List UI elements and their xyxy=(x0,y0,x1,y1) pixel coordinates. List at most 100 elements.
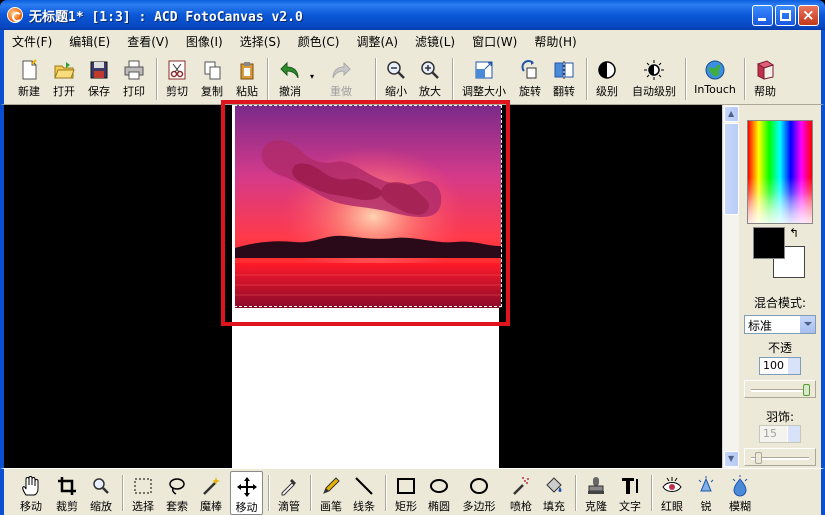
airbrush-icon xyxy=(513,477,529,495)
tool-move[interactable]: 移动 xyxy=(230,471,263,515)
rotate-button[interactable]: 旋转 xyxy=(515,55,545,101)
levels-button[interactable]: 级别 xyxy=(592,55,622,101)
flip-icon xyxy=(554,61,574,79)
blend-mode-value: 标准 xyxy=(748,319,773,333)
highlight-box xyxy=(221,100,510,326)
feather-slider-thumb[interactable] xyxy=(755,452,762,464)
pencil-icon xyxy=(323,477,340,494)
tool-select[interactable]: 选择 xyxy=(128,471,158,515)
title-bar: 无标题1* [1:3] : ACD FotoCanvas v2.0 × xyxy=(0,0,825,30)
minimize-button[interactable] xyxy=(752,5,773,26)
menu-edit[interactable]: 编辑(E) xyxy=(69,33,110,50)
tool-hand[interactable]: 移动 xyxy=(16,471,46,515)
flip-button[interactable]: 翻转 xyxy=(549,55,579,101)
feather-spinner[interactable]: 15 xyxy=(759,425,801,443)
scroll-up-button[interactable]: ▲ xyxy=(724,106,739,122)
resize-button[interactable]: 调整大小 xyxy=(458,55,510,101)
printer-icon xyxy=(124,60,144,80)
tool-pen[interactable]: 画笔 xyxy=(316,471,346,515)
rectangle-icon xyxy=(397,478,415,494)
opacity-slider[interactable] xyxy=(744,380,816,398)
maximize-button[interactable] xyxy=(775,5,796,26)
move-arrows-icon xyxy=(236,477,257,497)
tool-dropper[interactable]: 滴管 xyxy=(274,471,304,515)
opacity-spinner[interactable]: 100 xyxy=(759,357,801,375)
blend-mode-label: 混合模式: xyxy=(753,296,807,310)
copy-icon xyxy=(204,61,221,80)
clone-stamp-icon xyxy=(588,477,604,494)
tool-ellipse[interactable]: 椭圆 xyxy=(424,471,454,515)
spinner-arrows-icon[interactable] xyxy=(787,426,800,442)
menu-image[interactable]: 图像(I) xyxy=(186,33,223,50)
tool-blur[interactable]: 模糊 xyxy=(725,471,755,515)
tool-text[interactable]: 文字 xyxy=(615,471,645,515)
main-toolbar: 新建 打开 保存 打印 剪切 复制 粘贴 撤消 ▾ 重做 缩小 放大 调整大小 … xyxy=(0,52,825,105)
open-button[interactable]: 打开 xyxy=(49,55,79,101)
tool-magic-wand[interactable]: 魔棒 xyxy=(196,471,226,515)
zoom-out-button[interactable]: 缩小 xyxy=(381,55,411,101)
menu-filter[interactable]: 滤镜(L) xyxy=(415,33,455,50)
folder-open-icon xyxy=(54,62,75,79)
tool-rectangle[interactable]: 矩形 xyxy=(391,471,421,515)
menu-file[interactable]: 文件(F) xyxy=(12,33,52,50)
polygon-icon xyxy=(470,478,488,494)
zoom-out-icon xyxy=(387,61,405,79)
tool-fill[interactable]: 填充 xyxy=(539,471,569,515)
copy-button[interactable]: 复制 xyxy=(197,55,227,101)
scissors-icon xyxy=(168,60,186,80)
print-button[interactable]: 打印 xyxy=(119,55,149,101)
menu-adjust[interactable]: 调整(A) xyxy=(356,33,398,50)
save-button[interactable]: 保存 xyxy=(84,55,114,101)
feather-slider[interactable] xyxy=(744,448,816,466)
paste-button[interactable]: 粘贴 xyxy=(232,55,262,101)
intouch-button[interactable]: InTouch xyxy=(691,55,739,101)
swap-colors-icon[interactable]: ↰ xyxy=(789,226,799,240)
tool-clone[interactable]: 克隆 xyxy=(581,471,611,515)
feather-value: 15 xyxy=(763,427,777,440)
blend-mode-select[interactable]: 标准 xyxy=(744,315,816,334)
foreground-color-swatch[interactable] xyxy=(753,227,785,259)
help-button[interactable]: 帮助 xyxy=(750,55,780,101)
scroll-down-button[interactable]: ▼ xyxy=(724,451,739,467)
new-button[interactable]: 新建 xyxy=(14,55,44,101)
undo-dropdown-icon[interactable]: ▾ xyxy=(310,72,314,81)
menu-window[interactable]: 窗口(W) xyxy=(472,33,517,50)
menu-color[interactable]: 颜色(C) xyxy=(298,33,340,50)
tool-line[interactable]: 线条 xyxy=(349,471,379,515)
arrow-up-icon: ▲ xyxy=(728,109,735,118)
line-icon xyxy=(355,477,373,495)
chevron-down-icon[interactable] xyxy=(799,316,815,333)
magnifier-icon xyxy=(93,478,109,494)
window-title: 无标题1* [1:3] : ACD FotoCanvas v2.0 xyxy=(29,10,303,25)
vertical-scrollbar[interactable]: ▲ ▼ xyxy=(722,105,739,468)
tool-polygon[interactable]: 多边形 xyxy=(459,471,499,515)
zoom-in-button[interactable]: 放大 xyxy=(415,55,445,101)
tool-zoom[interactable]: 缩放 xyxy=(86,471,116,515)
color-spectrum[interactable] xyxy=(747,120,813,224)
floppy-disk-icon xyxy=(90,61,108,79)
tool-sharpen[interactable]: 锐 xyxy=(691,471,721,515)
feather-label: 羽饰: xyxy=(765,410,795,424)
undo-button[interactable]: 撤消 xyxy=(275,55,305,101)
tool-lasso[interactable]: 套索 xyxy=(162,471,192,515)
cut-button[interactable]: 剪切 xyxy=(162,55,192,101)
tool-red-eye[interactable]: 红眼 xyxy=(657,471,687,515)
tools-toolbar: 移动 裁剪 缩放 选择 套索 魔棒 移动 滴管 画笔 线条 矩形 椭圆 多边形 … xyxy=(0,468,825,515)
app-icon[interactable] xyxy=(7,7,23,23)
menu-help[interactable]: 帮助(H) xyxy=(534,33,576,50)
maximize-icon xyxy=(780,10,791,21)
opacity-slider-thumb[interactable] xyxy=(803,384,810,396)
spinner-arrows-icon[interactable] xyxy=(787,358,800,374)
crop-icon xyxy=(58,477,76,495)
opacity-label: 不透 xyxy=(767,341,792,355)
auto-levels-button[interactable]: 自动级别 xyxy=(628,55,680,101)
tool-spray[interactable]: 喷枪 xyxy=(506,471,536,515)
close-button[interactable]: × xyxy=(798,5,819,26)
menu-view[interactable]: 查看(V) xyxy=(127,33,169,50)
red-eye-icon xyxy=(662,477,682,492)
redo-button[interactable]: 重做 xyxy=(326,55,356,101)
zoom-in-icon xyxy=(421,61,439,79)
tool-crop[interactable]: 裁剪 xyxy=(52,471,82,515)
menu-select[interactable]: 选择(S) xyxy=(240,33,281,50)
scroll-thumb[interactable] xyxy=(724,123,739,215)
